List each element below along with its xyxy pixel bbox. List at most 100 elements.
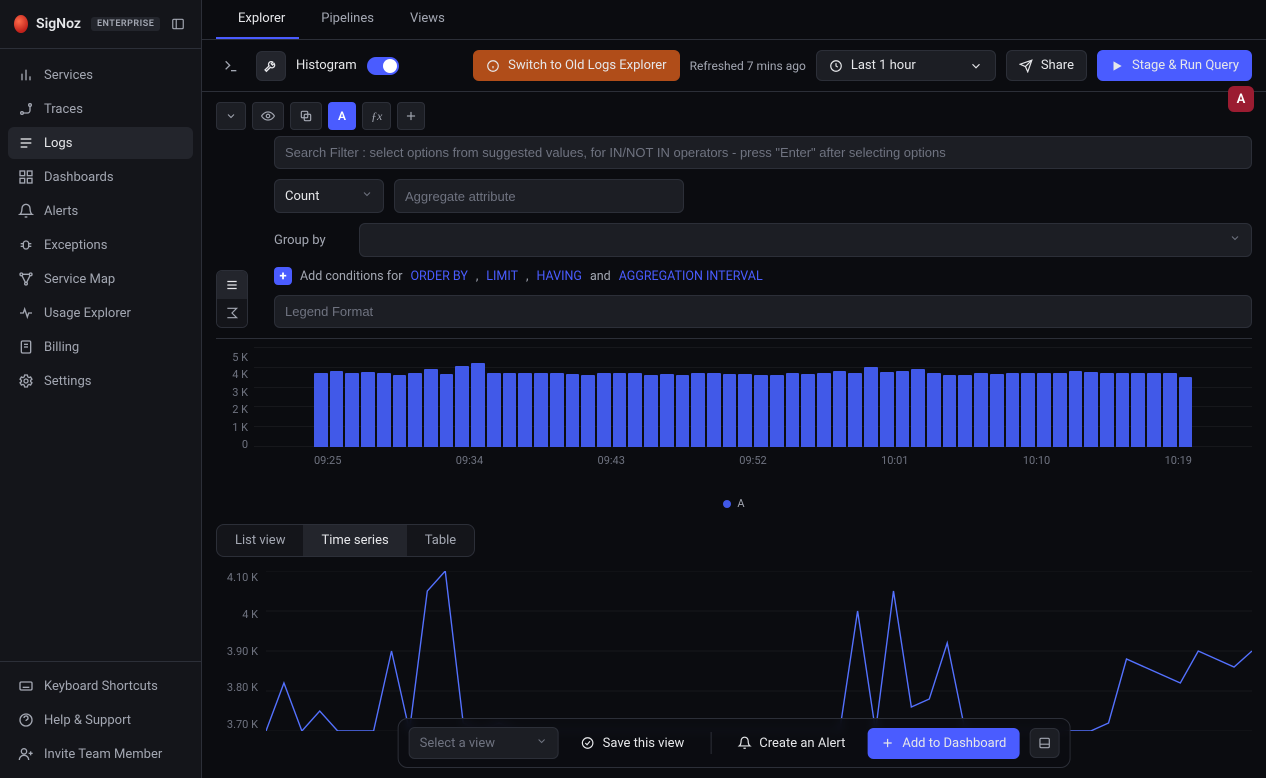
map-icon — [18, 271, 34, 287]
histogram-bar — [1053, 373, 1067, 447]
share-button[interactable]: Share — [1006, 50, 1087, 81]
histogram-bar — [471, 363, 485, 447]
limit-link[interactable]: LIMIT — [486, 269, 518, 284]
histogram-y-axis: 5 K4 K3 K2 K1 K0 — [216, 351, 254, 451]
user-plus-icon — [18, 746, 34, 762]
footer-item-keyboard-shortcuts[interactable]: Keyboard Shortcuts — [8, 670, 193, 702]
orderby-link[interactable]: ORDER BY — [410, 269, 467, 284]
x-tick: 10:19 — [1165, 454, 1192, 467]
plus-icon — [880, 736, 894, 750]
where-clause-button[interactable] — [217, 271, 247, 299]
add-to-dashboard-button[interactable]: Add to Dashboard — [867, 728, 1019, 759]
histogram-bar — [534, 373, 548, 447]
histogram-bar — [1021, 373, 1035, 447]
sidebar-item-services[interactable]: Services — [8, 59, 193, 91]
float-action-bar: Select a view Save this view Create an A… — [398, 718, 1071, 768]
histogram-bar — [927, 373, 941, 447]
nav-item-label: Settings — [44, 374, 91, 389]
footer-item-help-support[interactable]: Help & Support — [8, 704, 193, 736]
query-clone-button[interactable] — [290, 102, 322, 130]
sidebar-collapse-button[interactable] — [168, 12, 187, 36]
aggregate-function-select[interactable]: Count — [274, 179, 384, 213]
run-query-button[interactable]: Stage & Run Query — [1097, 50, 1252, 81]
page-tabs: Explorer Pipelines Views — [202, 0, 1266, 40]
tab-label: Views — [410, 11, 445, 26]
create-alert-button[interactable]: Create an Alert — [725, 729, 857, 758]
histogram-toggle[interactable] — [367, 57, 399, 75]
export-button[interactable] — [1029, 728, 1059, 758]
builder-mode-button[interactable] — [256, 51, 286, 81]
query-visibility-button[interactable] — [252, 102, 284, 130]
create-alert-label: Create an Alert — [759, 736, 845, 751]
histogram-bar — [408, 373, 422, 447]
histogram-x-axis: 09:2509:3409:4309:5210:0110:1010:19 — [314, 454, 1192, 467]
tab-pipelines[interactable]: Pipelines — [299, 0, 388, 39]
switch-old-explorer-button[interactable]: Switch to Old Logs Explorer — [473, 50, 679, 81]
add-formula-button[interactable]: ƒx — [362, 102, 391, 130]
tab-views[interactable]: Views — [388, 0, 459, 39]
sidebar-item-usage-explorer[interactable]: Usage Explorer — [8, 297, 193, 329]
query-collapse-button[interactable] — [216, 102, 246, 130]
receipt-icon — [18, 339, 34, 355]
histogram-bar — [1131, 373, 1145, 447]
tab-label: Pipelines — [321, 11, 374, 26]
sidebar-item-traces[interactable]: Traces — [8, 93, 193, 125]
add-to-dashboard-label: Add to Dashboard — [902, 736, 1006, 751]
sidebar-item-logs[interactable]: Logs — [8, 127, 193, 159]
brand-name: SigNoz — [36, 16, 81, 32]
brand-tier-badge: ENTERPRISE — [91, 17, 160, 31]
bell-icon — [18, 203, 34, 219]
switch-old-explorer-label: Switch to Old Logs Explorer — [508, 58, 666, 73]
select-view-dropdown[interactable]: Select a view — [409, 727, 559, 759]
histogram-bar — [455, 366, 469, 447]
timeseries-plot — [266, 571, 1252, 741]
having-link[interactable]: HAVING — [537, 269, 582, 284]
y-tick: 0 — [216, 438, 248, 451]
histogram-bar — [676, 375, 690, 447]
y-tick: 4.10 K — [216, 571, 258, 584]
histogram-bar — [503, 373, 517, 447]
legend-label: A — [737, 497, 744, 510]
alert-icon — [737, 736, 751, 750]
toolbar: Histogram Switch to Old Logs Explorer Re… — [202, 40, 1266, 92]
sidebar-item-billing[interactable]: Billing — [8, 331, 193, 363]
sidebar-item-dashboards[interactable]: Dashboards — [8, 161, 193, 193]
timerange-picker[interactable]: Last 1 hour — [816, 50, 996, 81]
sidebar-item-alerts[interactable]: Alerts — [8, 195, 193, 227]
histogram-bar — [644, 375, 658, 447]
y-tick: 4 K — [216, 368, 248, 381]
query-letter-badge[interactable]: A — [328, 102, 356, 130]
logs-icon — [18, 135, 34, 151]
sidebar-item-service-map[interactable]: Service Map — [8, 263, 193, 295]
viewtab-table[interactable]: Table — [407, 525, 474, 556]
sidebar-item-exceptions[interactable]: Exceptions — [8, 229, 193, 261]
aggregate-attribute-input[interactable] — [394, 179, 684, 213]
download-icon — [1037, 736, 1051, 750]
histogram-bar — [974, 373, 988, 447]
footer-item-invite-team-member[interactable]: Invite Team Member — [8, 738, 193, 770]
add-condition-button[interactable]: + — [274, 267, 292, 285]
histogram-bar — [393, 375, 407, 447]
viewtab-list-view[interactable]: List view — [217, 525, 303, 556]
viewtab-time-series[interactable]: Time series — [303, 525, 406, 556]
legend-format-input[interactable] — [274, 295, 1252, 328]
share-label: Share — [1041, 58, 1074, 73]
nav-item-label: Help & Support — [44, 713, 131, 728]
groupby-input[interactable] — [359, 223, 1252, 257]
sidebar-item-settings[interactable]: Settings — [8, 365, 193, 397]
histogram-bar — [896, 371, 910, 447]
save-view-button[interactable]: Save this view — [569, 729, 697, 758]
bar-chart-icon — [18, 67, 34, 83]
search-filter-input[interactable] — [274, 136, 1252, 169]
aggregation-interval-link[interactable]: AGGREGATION INTERVAL — [619, 269, 763, 284]
tab-explorer[interactable]: Explorer — [216, 0, 299, 39]
query-history-button[interactable] — [216, 51, 246, 81]
nav-item-label: Billing — [44, 340, 79, 355]
histogram-bar — [1006, 373, 1020, 447]
aggregate-clause-button[interactable] — [217, 299, 247, 327]
add-query-button[interactable] — [397, 102, 425, 130]
select-view-placeholder: Select a view — [420, 736, 495, 751]
nav-item-label: Logs — [44, 136, 72, 151]
y-tick: 3.80 K — [216, 681, 258, 694]
nav-item-label: Alerts — [44, 204, 78, 219]
